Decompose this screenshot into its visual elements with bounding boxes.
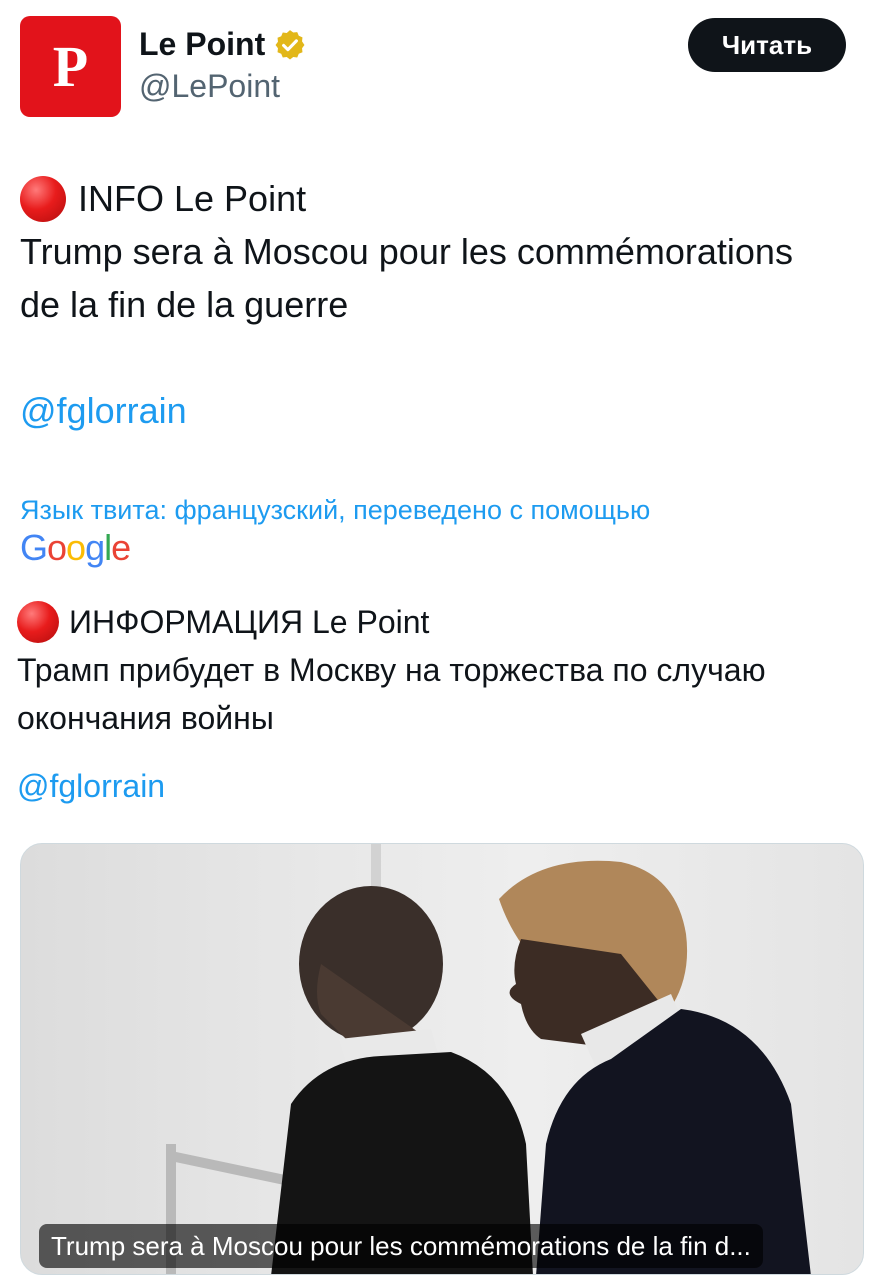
tweet-line-1: INFO Le Point [20,172,870,225]
tweet-line-3: de la fin de la guerre [20,284,349,325]
translated-mention-link[interactable]: @fglorrain [17,762,165,810]
red-circle-icon [20,175,66,222]
translated-line-1-text: ИНФОРМАЦИЯ Le Point [69,604,430,640]
google-logo[interactable]: Google [20,528,131,568]
logo-letter: P [52,33,89,99]
account-handle[interactable]: @LePoint [139,68,280,105]
tweet-page: P Le Point @LePoint Читать INFO Le Point… [0,0,885,1280]
tweet-mention-row: @fglorrain [20,384,870,437]
translation-note[interactable]: Язык твита: французский, переведено с по… [20,495,650,526]
verified-badge-icon [275,29,305,59]
translated-line-1: ИНФОРМАЦИЯ Le Point [17,598,872,646]
translated-tweet-body: ИНФОРМАЦИЯ Le Point Трамп прибудет в Мос… [17,598,872,810]
display-name[interactable]: Le Point [139,26,265,63]
translated-line-2: Трамп прибудет в Москву на торжества по … [17,652,766,688]
mention-link[interactable]: @fglorrain [20,384,187,437]
logo-dot [123,101,133,111]
media-caption: Trump sera à Moscou pour les commémorati… [39,1224,763,1268]
translated-mention-row: @fglorrain [17,762,872,810]
news-photo [166,844,811,1274]
le-point-logo-avatar[interactable]: P [20,16,133,117]
tweet-line-1-text: INFO Le Point [78,178,307,219]
tweet-body: INFO Le Point Trump sera à Moscou pour l… [20,172,870,437]
red-circle-icon [17,601,59,643]
account-name-row: Le Point [139,26,307,63]
translated-line-3: окончания войны [17,700,274,736]
follow-button[interactable]: Читать [688,18,846,72]
tweet-line-2: Trump sera à Moscou pour les commémorati… [20,231,793,272]
link-preview-card[interactable]: Trump sera à Moscou pour les commémorati… [20,843,864,1275]
